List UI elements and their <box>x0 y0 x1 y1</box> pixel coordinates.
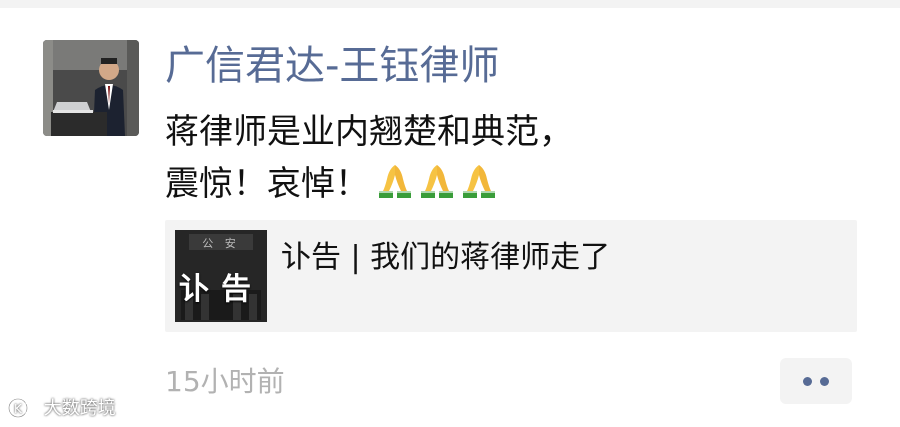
post-text-line-2: 震惊！哀悼！ <box>165 158 573 214</box>
post-text-line-2-text: 震惊！哀悼！ <box>165 164 369 204</box>
post-text-line-1: 蒋律师是业内翘楚和典范， <box>165 112 573 152</box>
avatar-photo <box>43 40 139 136</box>
more-actions-button[interactable] <box>780 358 852 404</box>
watermark-text: 大数跨境 <box>43 398 116 419</box>
author-name[interactable]: 广信君达-王钰律师 <box>165 40 499 92</box>
folded-hands-icon <box>379 165 411 198</box>
top-divider <box>0 0 900 8</box>
avatar[interactable] <box>43 40 139 136</box>
watermark-logo-text: K <box>14 402 23 416</box>
more-dot-icon <box>820 377 829 386</box>
post-timestamp: 15小时前 <box>165 365 285 398</box>
article-thumbnail: 公 安 讣告 <box>175 230 267 322</box>
emoji-group <box>375 162 501 214</box>
folded-hands-icon <box>421 165 453 198</box>
thumbnail-banner-text: 公 安 <box>202 237 240 250</box>
folded-hands-icon <box>463 165 495 198</box>
article-title: 讣告 | 我们的蒋律师走了 <box>281 240 611 275</box>
watermark-logo-icon: K <box>7 397 31 419</box>
shared-article-card[interactable]: 公 安 讣告 讣告 | 我们的蒋律师走了 <box>165 220 857 332</box>
post-text: 蒋律师是业内翘楚和典范， 震惊！哀悼！ <box>165 106 573 214</box>
more-dot-icon <box>803 377 812 386</box>
thumbnail-label: 讣告 <box>179 272 263 307</box>
watermark: K 大数跨境 <box>6 396 116 422</box>
